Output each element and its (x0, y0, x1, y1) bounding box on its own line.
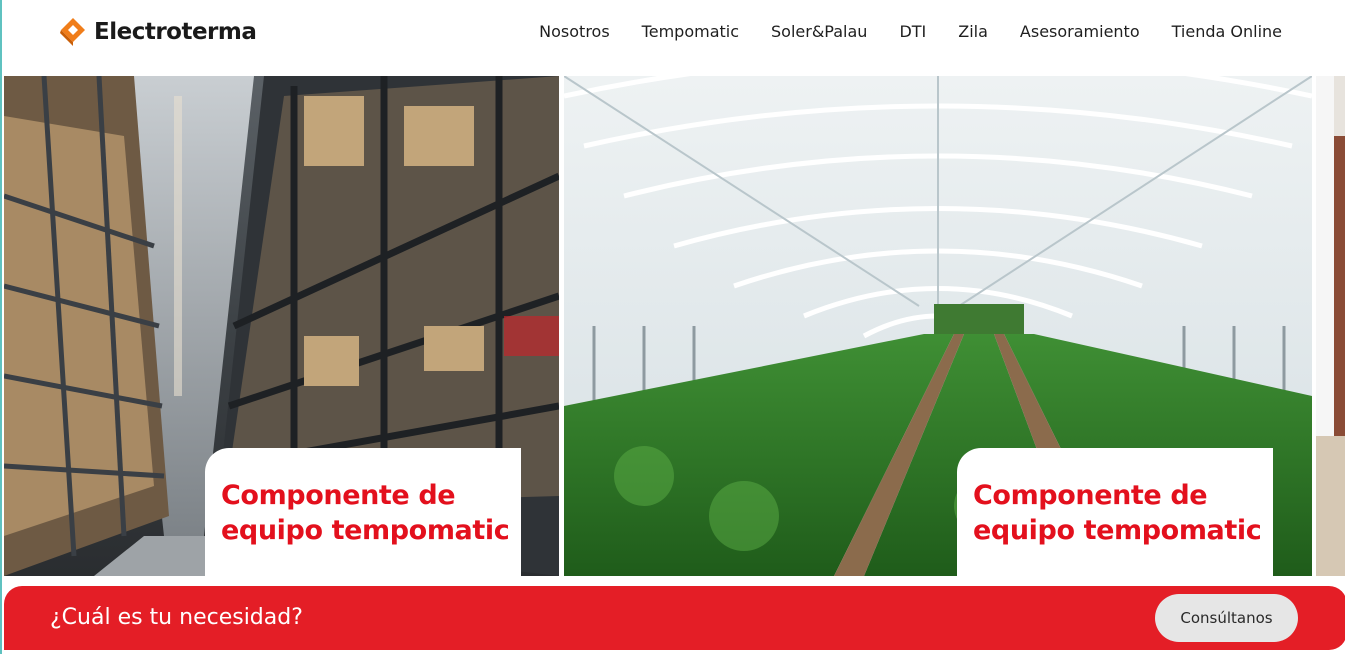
nav-link-asesoramiento[interactable]: Asesoramiento (1020, 22, 1140, 42)
next-slide-photo (1316, 76, 1345, 576)
cta-question: ¿Cuál es tu necesidad? (50, 605, 303, 630)
slide-card[interactable]: Componente de equipo tempomatic (205, 448, 521, 576)
slide-title: Componente de equipo tempomatic (973, 480, 1262, 546)
electroterma-logo-icon (60, 18, 85, 46)
hero-carousel[interactable]: Componente de equipo tempomatic Componen… (2, 76, 1345, 576)
consultanos-button[interactable]: Consúltanos (1155, 594, 1298, 642)
nav-link-zila[interactable]: Zila (958, 22, 988, 42)
nav-link-nosotros[interactable]: Nosotros (539, 22, 610, 42)
slide-title: Componente de equipo tempomatic (221, 480, 510, 546)
nav-link-dti[interactable]: DTI (899, 22, 926, 42)
nav-link-tempomatic[interactable]: Tempomatic (642, 22, 739, 42)
need-cta-bar: ¿Cuál es tu necesidad? Consúltanos (4, 586, 1345, 650)
site-header: Electroterma Nosotros Tempomatic Soler&P… (2, 0, 1345, 76)
nav-link-soler-palau[interactable]: Soler&Palau (771, 22, 867, 42)
logo-wordmark: Electroterma (94, 19, 257, 45)
site-logo[interactable]: Electroterma (60, 16, 257, 48)
slide-greenhouse[interactable]: Componente de equipo tempomatic (564, 76, 1312, 576)
slide-partial[interactable] (1316, 76, 1345, 576)
page-frame: Electroterma Nosotros Tempomatic Soler&P… (0, 0, 1345, 654)
slide-warehouse[interactable]: Componente de equipo tempomatic (4, 76, 559, 576)
slide-card[interactable]: Componente de equipo tempomatic (957, 448, 1273, 576)
nav-link-tienda-online[interactable]: Tienda Online (1172, 22, 1282, 42)
main-nav: Nosotros Tempomatic Soler&Palau DTI Zila… (539, 22, 1282, 42)
